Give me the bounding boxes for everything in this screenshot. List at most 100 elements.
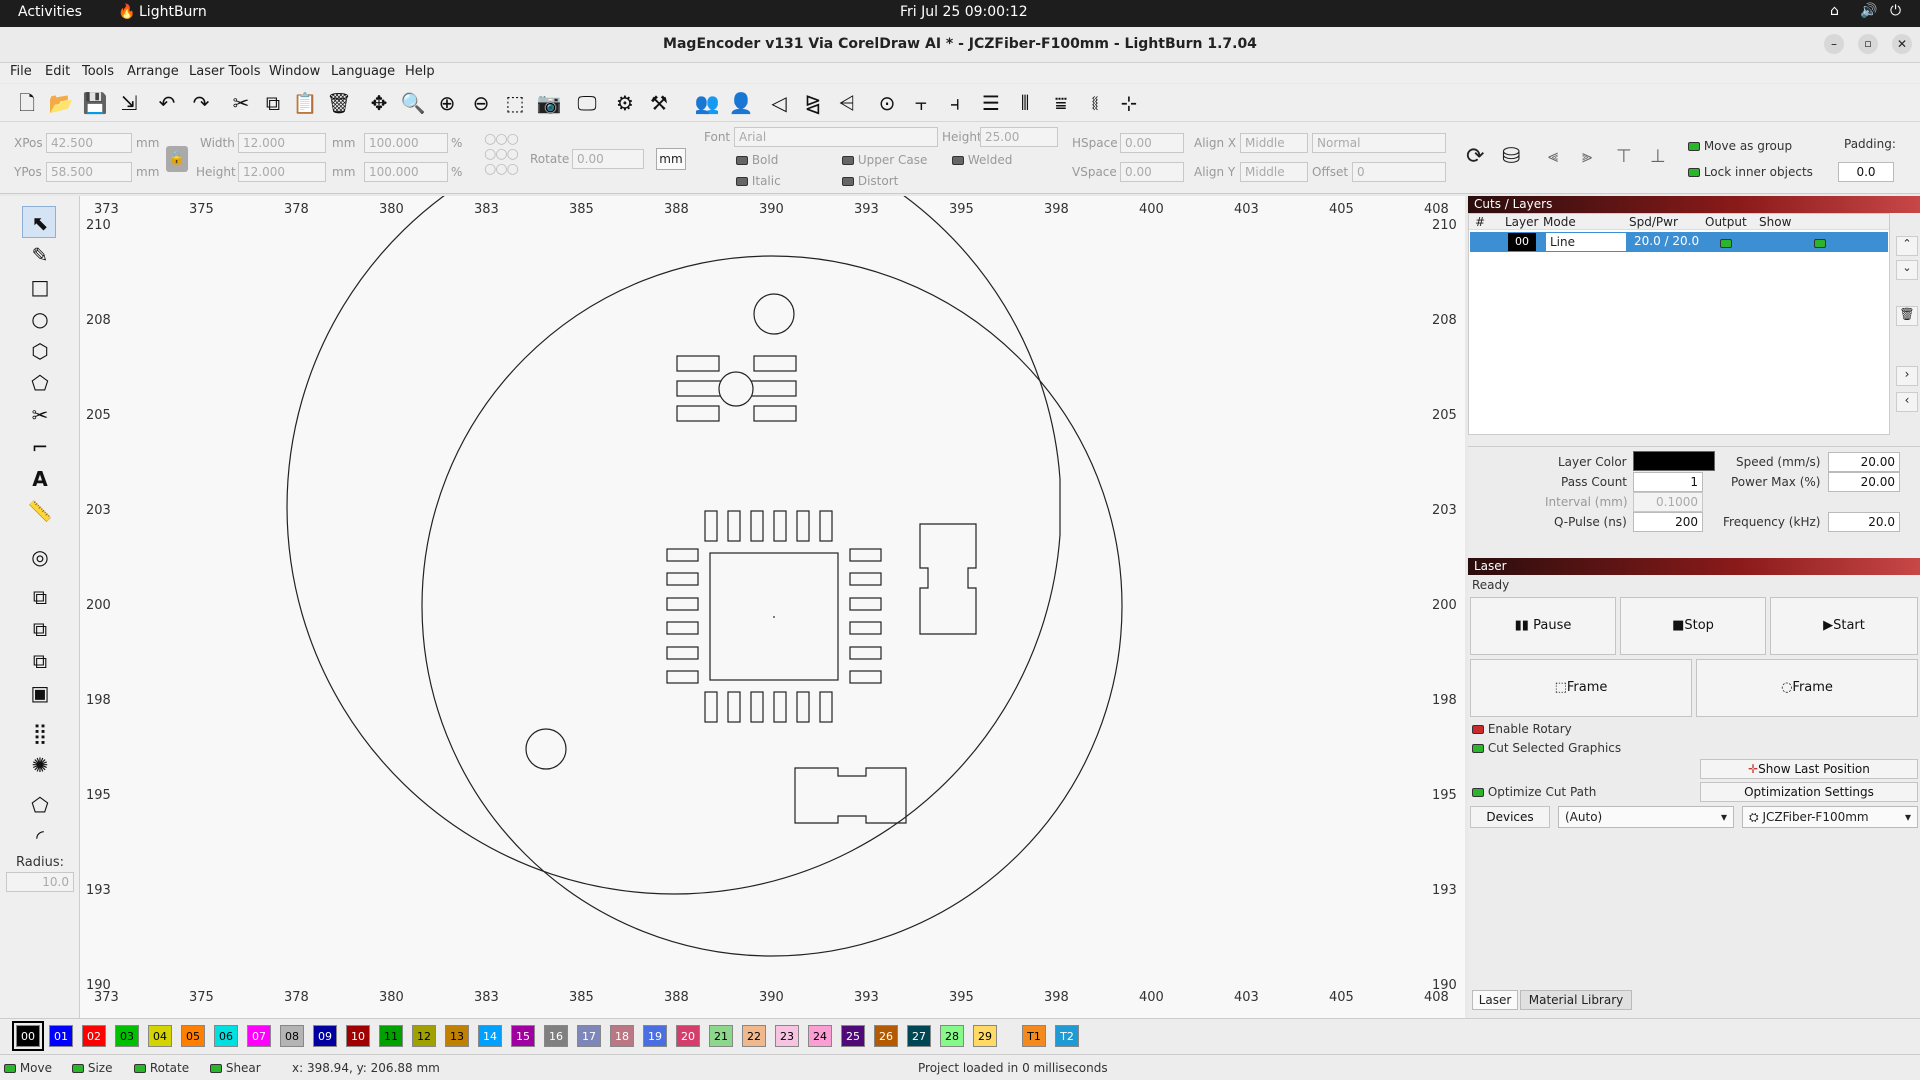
device-select[interactable]: ⛭ JCZFiber-F100mm ▾: [1742, 806, 1918, 828]
ypos-input[interactable]: 58.500: [46, 162, 132, 182]
palette-swatch-09[interactable]: 09: [313, 1025, 337, 1047]
clock[interactable]: Fri Jul 25 09:00:12: [900, 4, 1028, 20]
menu-help[interactable]: Help: [405, 64, 435, 79]
upper-case-toggle[interactable]: Upper Case: [842, 153, 927, 167]
grid-array-icon[interactable]: ⣿: [24, 718, 56, 748]
align-right-icon[interactable]: ⫸: [1582, 146, 1592, 167]
font-height-input[interactable]: 25.00: [980, 127, 1058, 147]
scale-height-input[interactable]: 100.000: [364, 162, 448, 182]
height-input[interactable]: 12.000: [238, 162, 326, 182]
copy-icon[interactable]: ⧉: [258, 88, 288, 118]
zoom-in-icon[interactable]: ⊕: [432, 88, 462, 118]
activities-button[interactable]: Activities: [18, 4, 82, 20]
move-together-icon[interactable]: ⊹: [1114, 88, 1144, 118]
layer-up-icon[interactable]: ⌃: [1896, 236, 1918, 256]
import-icon[interactable]: ⇲: [114, 88, 144, 118]
status-move-toggle[interactable]: Move: [4, 1061, 52, 1075]
polygon-tool-icon[interactable]: ⬡: [24, 336, 56, 366]
paste-icon[interactable]: 📋: [290, 88, 320, 118]
layer-show-toggle[interactable]: [1814, 236, 1826, 251]
distort-toggle[interactable]: Distort: [842, 174, 898, 188]
palette-swatch-20[interactable]: 20: [676, 1025, 700, 1047]
volume-icon[interactable]: 🔊: [1860, 3, 1877, 19]
menu-window[interactable]: Window: [269, 64, 320, 79]
settings-icon[interactable]: ⚙: [610, 88, 640, 118]
interval-input[interactable]: 0.1000: [1633, 492, 1703, 512]
status-rotate-toggle[interactable]: Rotate: [134, 1061, 189, 1075]
pass-count-input[interactable]: 1: [1633, 472, 1703, 492]
draw-lines-tool-icon[interactable]: ✎: [24, 240, 56, 270]
camera-icon[interactable]: 📷: [534, 88, 564, 118]
qpulse-input[interactable]: 200: [1633, 512, 1703, 532]
cylinder-icon[interactable]: ⛁: [1502, 144, 1520, 169]
new-file-icon[interactable]: 🗋: [12, 88, 42, 118]
palette-swatch-04[interactable]: 04: [148, 1025, 172, 1047]
layer-color-swatch[interactable]: [1633, 451, 1715, 471]
boolean-union-icon[interactable]: ⧉: [24, 582, 56, 612]
layer-delete-icon[interactable]: 🗑: [1896, 306, 1918, 326]
delete-icon[interactable]: 🗑: [324, 88, 354, 118]
corner-radius-icon[interactable]: ◜: [24, 822, 56, 852]
palette-swatch-03[interactable]: 03: [115, 1025, 139, 1047]
palette-swatch-11[interactable]: 11: [379, 1025, 403, 1047]
rectangle-tool-icon[interactable]: □: [24, 272, 56, 302]
make-same-height-icon[interactable]: ⩸: [1046, 88, 1076, 118]
boolean-intersect-icon[interactable]: ⧉: [24, 646, 56, 676]
menu-arrange[interactable]: Arrange: [127, 64, 179, 79]
vspace-input[interactable]: 0.00: [1120, 162, 1184, 182]
frame-rubberband-button[interactable]: ◌Frame: [1696, 659, 1918, 717]
palette-swatch-08[interactable]: 08: [280, 1025, 304, 1047]
layer-row[interactable]: 00 Line 20.0 / 20.0: [1470, 232, 1888, 252]
palette-swatch-T2[interactable]: T2: [1055, 1025, 1079, 1047]
palette-swatch-18[interactable]: 18: [610, 1025, 634, 1047]
rotary-icon[interactable]: ⟳: [1466, 144, 1484, 169]
monitor-icon[interactable]: 🖵: [572, 88, 602, 118]
palette-swatch-01[interactable]: 01: [49, 1025, 73, 1047]
maximize-button[interactable]: ▫: [1858, 34, 1878, 54]
app-menu-lightburn[interactable]: LightBurn: [139, 4, 207, 20]
menu-edit[interactable]: Edit: [45, 64, 70, 79]
cut-selected-toggle[interactable]: Cut Selected Graphics: [1472, 741, 1621, 755]
width-input[interactable]: 12.000: [238, 133, 326, 153]
palette-swatch-05[interactable]: 05: [181, 1025, 205, 1047]
ellipse-tool-icon[interactable]: ○: [24, 304, 56, 334]
layer-output-toggle[interactable]: [1720, 236, 1732, 251]
palette-swatch-21[interactable]: 21: [709, 1025, 733, 1047]
frame-rect-button[interactable]: ⬚Frame: [1470, 659, 1692, 717]
offset-input[interactable]: 0: [1352, 162, 1446, 182]
palette-swatch-14[interactable]: 14: [478, 1025, 502, 1047]
palette-swatch-27[interactable]: 27: [907, 1025, 931, 1047]
palette-swatch-24[interactable]: 24: [808, 1025, 832, 1047]
close-button[interactable]: ✕: [1892, 34, 1912, 54]
minimize-button[interactable]: –: [1824, 34, 1844, 54]
ungroup-icon[interactable]: 👤: [726, 88, 756, 118]
tools-icon[interactable]: ⚒: [644, 88, 674, 118]
palette-swatch-10[interactable]: 10: [346, 1025, 370, 1047]
palette-swatch-07[interactable]: 07: [247, 1025, 271, 1047]
position-laser-tool-icon[interactable]: ⌐: [24, 432, 56, 462]
align-top-icon[interactable]: ⊤: [1616, 146, 1632, 167]
devices-button[interactable]: Devices: [1470, 806, 1550, 828]
undo-icon[interactable]: ↶: [152, 88, 182, 118]
measure-tool-icon[interactable]: 📏: [24, 496, 56, 526]
layer-expand-icon[interactable]: ›: [1896, 366, 1918, 386]
stop-button[interactable]: ■Stop: [1620, 597, 1766, 655]
pause-button[interactable]: ▮▮ Pause: [1470, 597, 1616, 655]
power-icon[interactable]: ⏻: [1890, 3, 1901, 19]
welded-toggle[interactable]: Welded: [952, 153, 1012, 167]
zoom-selection-icon[interactable]: ⬚: [500, 88, 530, 118]
offset-tool-icon[interactable]: ◎: [24, 542, 56, 572]
save-icon[interactable]: 💾: [80, 88, 110, 118]
palette-swatch-12[interactable]: 12: [412, 1025, 436, 1047]
mirror-line-icon[interactable]: ⩤: [832, 88, 862, 118]
palette-swatch-28[interactable]: 28: [940, 1025, 964, 1047]
menu-laser-tools[interactable]: Laser Tools: [189, 64, 260, 79]
distribute-v-icon[interactable]: ☰: [976, 88, 1006, 118]
select-tool-icon[interactable]: ⬉: [24, 208, 56, 238]
palette-swatch-29[interactable]: 29: [973, 1025, 997, 1047]
status-shear-toggle[interactable]: Shear: [210, 1061, 261, 1075]
status-size-toggle[interactable]: Size: [72, 1061, 112, 1075]
padding-input[interactable]: 0.0: [1838, 162, 1894, 182]
trim-tool-icon[interactable]: ✂: [24, 400, 56, 430]
hspace-input[interactable]: 0.00: [1120, 133, 1184, 153]
